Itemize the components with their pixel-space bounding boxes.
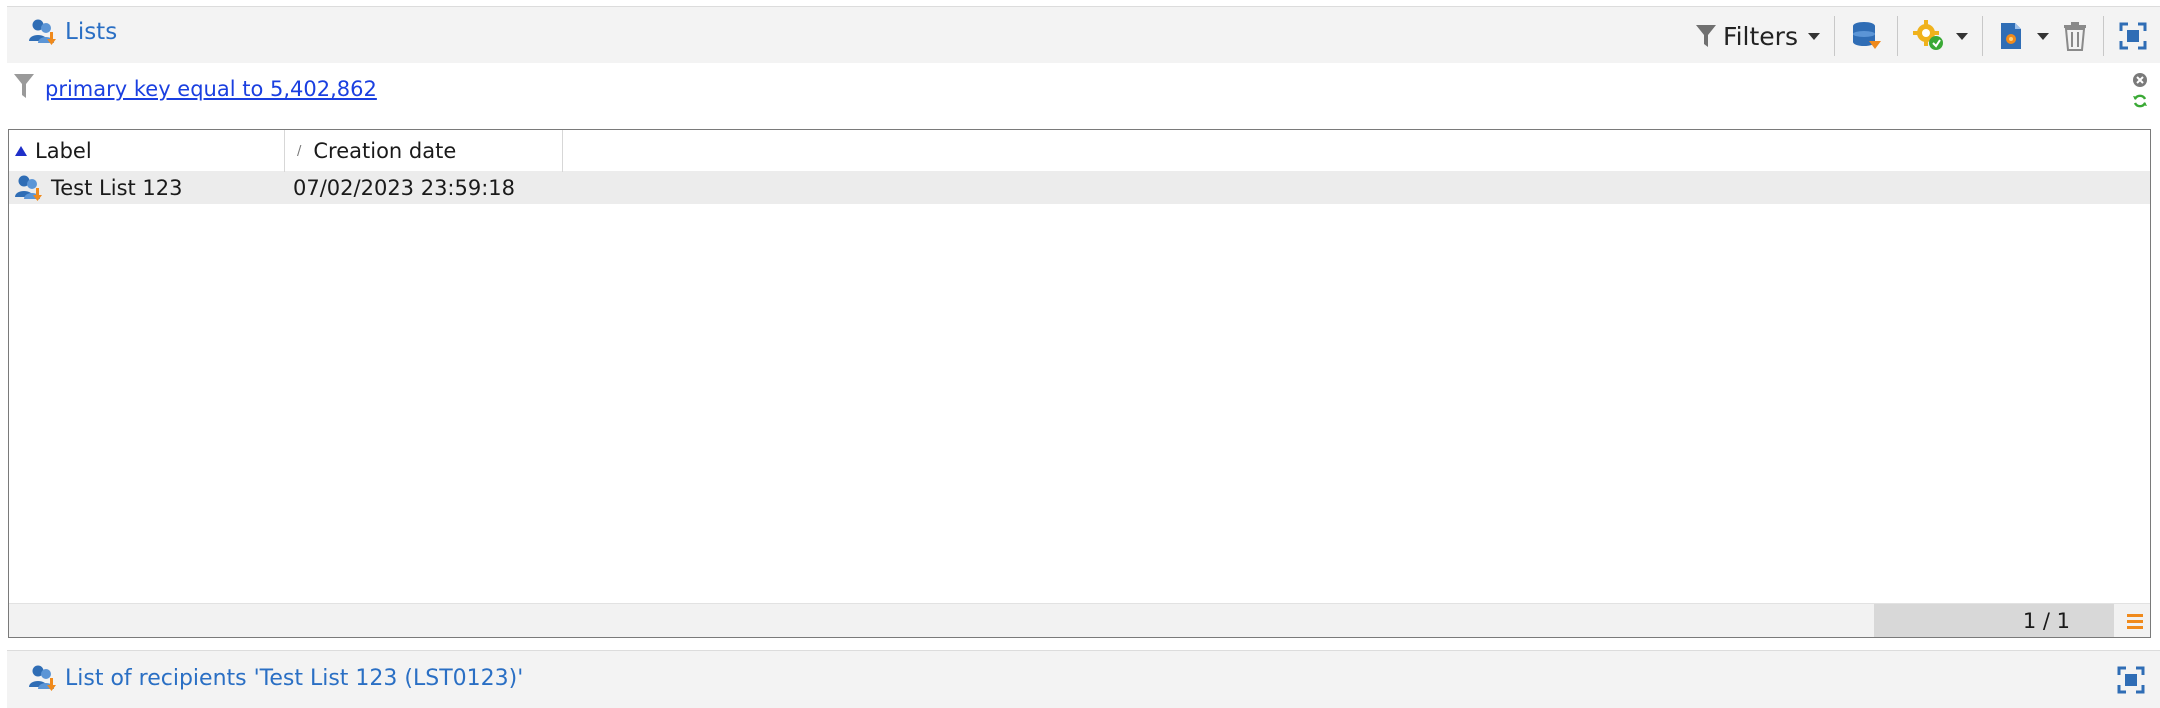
lists-grid: Label / Creation date Test List 123 07/0…	[8, 129, 2151, 638]
refresh-icon[interactable]	[2132, 93, 2148, 109]
trash-icon	[2064, 22, 2086, 51]
toolbar-divider	[1834, 16, 1835, 56]
pagination-indicator: 1 / 1	[1874, 604, 2114, 637]
detail-title: List of recipients 'Test List 123 (LST01…	[65, 665, 524, 691]
filter-icon	[1696, 25, 1717, 47]
column-label-text: Label	[35, 139, 92, 163]
cell-creation-date: 07/02/2023 23:59:18	[293, 176, 516, 200]
detail-header-bar: List of recipients 'Test List 123 (LST01…	[7, 650, 2160, 708]
cell-label: Test List 123	[9, 173, 285, 203]
fullscreen-icon	[2119, 22, 2147, 50]
toolbar-divider	[2103, 16, 2104, 56]
chevron-down-icon[interactable]	[1956, 32, 1968, 40]
toolbar: Filters	[1689, 15, 2160, 57]
gear-add-icon	[1913, 20, 1943, 50]
maximize-button[interactable]	[2112, 16, 2154, 56]
column-header-label[interactable]: Label	[9, 130, 285, 172]
page-title: Lists	[65, 19, 118, 45]
database-icon	[1853, 22, 1881, 49]
chevron-down-icon[interactable]	[2037, 32, 2049, 40]
lists-header-bar: Lists Filters	[7, 6, 2160, 63]
fullscreen-icon[interactable]	[2116, 665, 2146, 695]
recipients-list-icon	[27, 17, 57, 47]
new-button[interactable]	[1991, 16, 2055, 56]
filters-label: Filters	[1723, 21, 1798, 51]
database-button[interactable]	[1843, 16, 1889, 56]
toolbar-divider	[1897, 16, 1898, 56]
lists-title-group: Lists	[27, 17, 117, 47]
actions-button[interactable]	[1906, 16, 1974, 56]
column-menu-icon[interactable]	[2126, 612, 2144, 630]
sort-neutral-icon: /	[297, 143, 302, 159]
column-creation-date-text: Creation date	[313, 139, 457, 163]
column-header-creation-date[interactable]: / Creation date	[285, 130, 563, 172]
row-label-text: Test List 123	[51, 176, 183, 200]
recipients-list-icon	[27, 663, 57, 693]
detail-title-group: List of recipients 'Test List 123 (LST01…	[27, 663, 523, 693]
delete-button[interactable]	[2055, 16, 2095, 56]
new-list-icon	[2001, 23, 2021, 49]
sort-ascending-icon	[15, 146, 27, 156]
toolbar-divider	[1982, 16, 1983, 56]
grid-footer: 1 / 1	[9, 603, 2150, 637]
filter-condition-link[interactable]: primary key equal to 5,402,862	[45, 77, 377, 101]
filter-icon	[14, 74, 34, 98]
filters-button[interactable]: Filters	[1689, 16, 1826, 56]
clear-filter-icon[interactable]	[2132, 72, 2148, 88]
table-row[interactable]: Test List 123 07/02/2023 23:59:18	[9, 172, 2150, 204]
chevron-down-icon[interactable]	[1808, 32, 1820, 40]
grid-header: Label / Creation date	[9, 130, 2150, 172]
filter-bar: primary key equal to 5,402,862	[7, 63, 2160, 128]
recipients-list-icon	[13, 173, 43, 203]
